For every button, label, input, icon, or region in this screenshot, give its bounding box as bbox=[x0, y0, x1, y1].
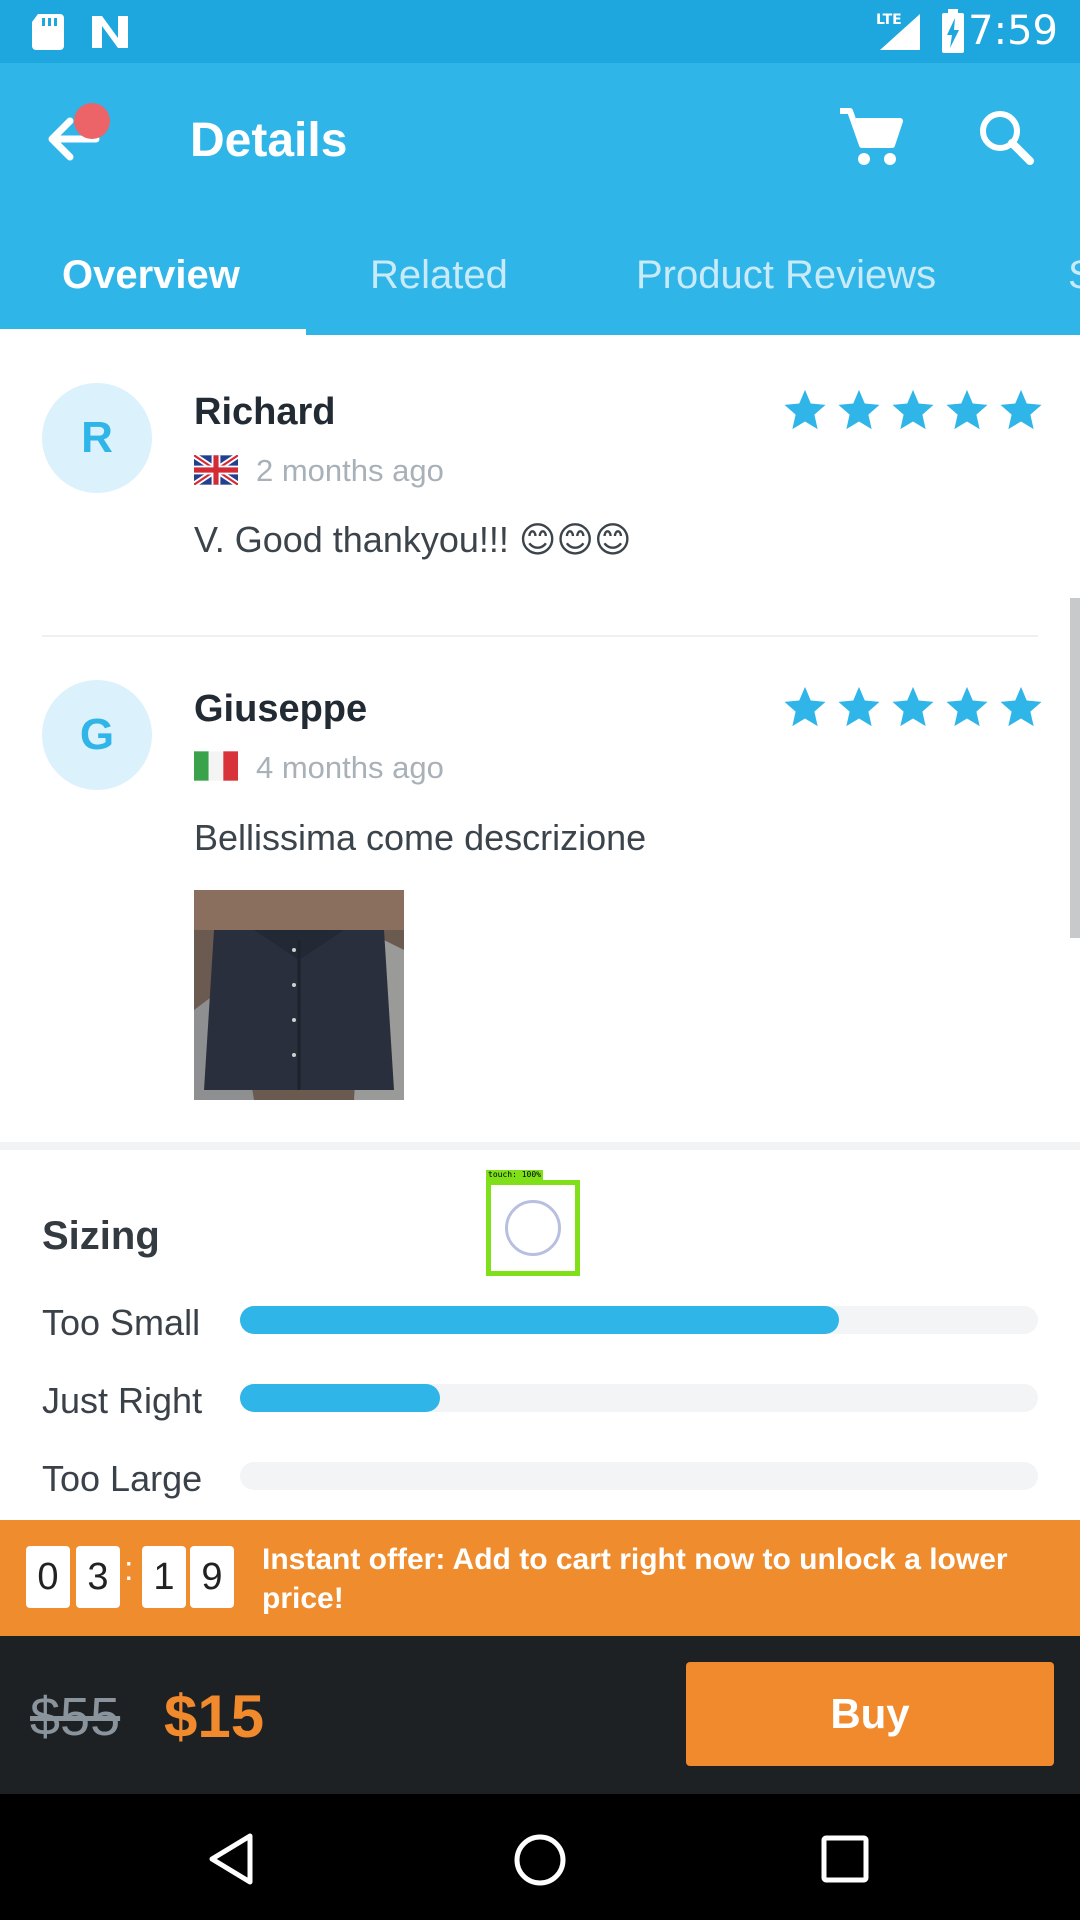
original-price: $55 bbox=[30, 1687, 121, 1747]
touch-label: touch: 100% bbox=[486, 1170, 543, 1180]
cart-icon bbox=[840, 108, 903, 165]
star-icon bbox=[1000, 389, 1042, 430]
signal-icon: LTE bbox=[876, 12, 920, 50]
purchase-bar: $55 $15 Buy bbox=[0, 1636, 1080, 1794]
timer-digit: 3 bbox=[76, 1546, 120, 1608]
tab-product-reviews[interactable]: Product Reviews bbox=[636, 253, 936, 298]
back-button[interactable] bbox=[40, 97, 120, 177]
star-icon bbox=[946, 389, 988, 430]
uk-flag-icon bbox=[194, 455, 238, 485]
page-title: Details bbox=[190, 114, 348, 167]
timer-separator: : bbox=[124, 1550, 134, 1588]
sizing-label-too-small: Too Small bbox=[42, 1302, 201, 1343]
review-text: V. Good thankyou!!! 😊😊😊 bbox=[194, 519, 632, 560]
timer-digit: 1 bbox=[142, 1546, 186, 1608]
star-icon bbox=[784, 686, 826, 727]
sizing-label-just-right: Just Right bbox=[42, 1380, 203, 1421]
star-icon bbox=[1000, 686, 1042, 727]
review-text: Bellissima come descrizione bbox=[194, 817, 647, 858]
italy-flag-icon bbox=[194, 751, 238, 781]
review-card: G Giuseppe 4 months ago Bellissima come … bbox=[0, 637, 1080, 1145]
star-icon bbox=[892, 686, 934, 727]
star-icon bbox=[838, 389, 880, 430]
buy-button[interactable]: Buy bbox=[686, 1662, 1054, 1766]
sizing-bar-too-large bbox=[240, 1462, 1038, 1490]
avatar: G bbox=[42, 680, 152, 790]
status-bar: LTE 7:59 bbox=[0, 0, 1080, 63]
back-arrow-icon bbox=[48, 103, 110, 161]
cart-button[interactable] bbox=[834, 103, 906, 175]
app-bar: Details Overview Related Product Reviews… bbox=[0, 63, 1080, 336]
recents-nav-button[interactable] bbox=[820, 1834, 870, 1884]
avatar: R bbox=[42, 383, 152, 493]
sizing-bar-fill bbox=[240, 1384, 440, 1412]
scrollbar[interactable] bbox=[1070, 598, 1080, 938]
tab-overview[interactable]: Overview bbox=[62, 253, 240, 298]
tab-related[interactable]: Related bbox=[370, 253, 508, 298]
sizing-label-too-large: Too Large bbox=[42, 1458, 203, 1499]
review-date: 2 months ago bbox=[256, 453, 444, 488]
star-icon bbox=[784, 389, 826, 430]
battery-charging-icon bbox=[942, 9, 964, 53]
svg-text:LTE: LTE bbox=[876, 12, 902, 28]
sizing-title: Sizing bbox=[42, 1214, 160, 1258]
review-photo[interactable] bbox=[194, 890, 404, 1100]
star-icon bbox=[892, 389, 934, 430]
touch-indicator: touch: 100% bbox=[486, 1170, 586, 1282]
timer-digit: 0 bbox=[26, 1546, 70, 1608]
touch-circle bbox=[505, 1200, 561, 1256]
search-button[interactable] bbox=[972, 103, 1044, 175]
star-rating bbox=[782, 684, 1044, 730]
timer-digit: 9 bbox=[190, 1546, 234, 1608]
instant-offer-banner[interactable]: 0 3 : 1 9 Instant offer: Add to cart rig… bbox=[0, 1520, 1080, 1650]
star-rating bbox=[782, 387, 1044, 433]
home-nav-button[interactable] bbox=[512, 1832, 568, 1888]
n-notification-icon bbox=[92, 16, 128, 48]
sale-price: $15 bbox=[164, 1683, 265, 1750]
clock: 7:59 bbox=[968, 8, 1058, 54]
navigation-bar bbox=[0, 1794, 1080, 1920]
sizing-bar-fill bbox=[240, 1306, 839, 1334]
tab-next-partial[interactable]: S bbox=[1068, 253, 1080, 298]
sizing-bar-just-right bbox=[240, 1384, 1038, 1412]
back-nav-button[interactable] bbox=[206, 1832, 256, 1886]
review-card: R Richard 2 months ago V. Good thankyou!… bbox=[0, 335, 1080, 635]
star-icon bbox=[946, 686, 988, 727]
reviewer-name: Richard bbox=[194, 391, 336, 433]
reviewer-name: Giuseppe bbox=[194, 688, 368, 730]
review-date: 4 months ago bbox=[256, 750, 444, 785]
section-divider bbox=[0, 1142, 1080, 1150]
sizing-bar-too-small bbox=[240, 1306, 1038, 1334]
star-icon bbox=[838, 686, 880, 727]
search-icon bbox=[980, 111, 1034, 165]
offer-text: Instant offer: Add to cart right now to … bbox=[262, 1543, 1008, 1615]
sd-card-icon bbox=[32, 14, 64, 50]
